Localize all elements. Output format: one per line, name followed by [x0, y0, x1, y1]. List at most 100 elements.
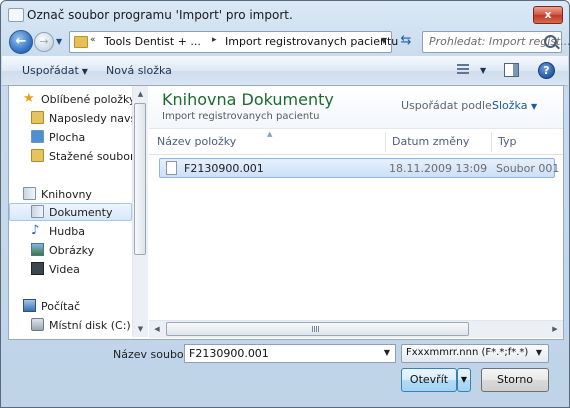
arrange-by-value: Složka — [492, 99, 528, 112]
sort-ascending-icon: ▲ — [267, 130, 273, 138]
horizontal-scroll-thumb[interactable] — [166, 322, 469, 336]
column-headers: ▲ Název položky Datum změny Typ — [149, 130, 563, 155]
sidebar-scrollbar[interactable]: ▲ ▼ — [132, 86, 148, 337]
filename-field[interactable]: F2130900.001 ▼ — [184, 344, 396, 363]
column-header-date[interactable]: Datum změny — [392, 135, 469, 148]
column-divider[interactable] — [385, 132, 386, 152]
pictures-icon — [31, 243, 44, 256]
computer-icon — [23, 299, 36, 312]
dialog-footer: Název souboru: F2130900.001 ▼ Fxxxmmrr.n… — [1, 339, 569, 407]
chevron-down-icon: ▼ — [535, 348, 542, 357]
sidebar-item-label: Naposledy navštív — [49, 112, 132, 125]
sidebar-item-label: Knihovny — [41, 188, 92, 201]
file-type-filter-value: Fxxxmmrr.nnn (F*.*;f*.*) — [406, 347, 529, 358]
filename-dropdown-icon[interactable]: ▼ — [384, 348, 390, 357]
sidebar-scroll-thumb[interactable] — [134, 103, 146, 255]
videos-icon — [31, 262, 44, 275]
file-name: F2130900.001 — [184, 162, 264, 175]
recent-pages-dropdown[interactable]: ▼ — [56, 37, 62, 46]
library-title: Knihovna Dokumenty — [162, 90, 334, 109]
new-folder-button[interactable]: Nová složka — [106, 64, 172, 77]
libraries-icon — [23, 187, 36, 200]
forward-button[interactable]: → — [34, 32, 54, 52]
recent-places-icon — [31, 111, 44, 124]
refresh-button[interactable]: ⇆ — [396, 32, 416, 50]
file-list-pane: Knihovna Dokumenty Import registrovanych… — [149, 86, 563, 338]
sidebar-item-local-disk[interactable]: Místní disk (C:) — [9, 316, 132, 334]
dialog-content: ★ Oblíbené položky Naposledy navštív Plo… — [8, 85, 564, 340]
arrange-by-dropdown[interactable]: Složka ▼ — [492, 99, 537, 112]
column-divider[interactable] — [491, 132, 492, 152]
address-bar[interactable]: « Tools Dentist + ... ▸ Import registrov… — [69, 31, 398, 53]
title-bar[interactable]: Označ soubor programu 'Import' pro impor… — [1, 1, 569, 29]
sidebar-item-recent[interactable]: Naposledy navštív — [9, 109, 132, 127]
local-disk-icon — [31, 318, 44, 331]
sidebar-item-label: Dokumenty — [49, 206, 113, 219]
chevron-down-icon: ▼ — [530, 102, 538, 111]
library-subtitle: Import registrovanych pacientu — [162, 111, 320, 122]
address-dropdown-icon[interactable]: ▼ — [381, 36, 387, 45]
scroll-left-icon[interactable]: ◀ — [149, 321, 165, 338]
cancel-button[interactable]: Storno — [481, 368, 549, 392]
open-button[interactable]: Otevřít — [401, 368, 457, 392]
scroll-down-icon[interactable]: ▼ — [133, 321, 148, 337]
sidebar-item-pictures[interactable]: Obrázky — [9, 241, 132, 259]
grip-icon — [312, 326, 320, 332]
sidebar-item-desktop[interactable]: Plocha — [9, 128, 132, 146]
sidebar-item-label: Hudba — [49, 225, 85, 238]
window-icon — [8, 8, 24, 22]
command-bar: Uspořádat ▼ Nová složka ▼ ? — [2, 56, 568, 86]
sidebar-item-label: Plocha — [49, 131, 86, 144]
column-header-type[interactable]: Typ — [498, 135, 517, 148]
sidebar-item-videos[interactable]: Videa — [9, 260, 132, 278]
file-date: 18.11.2009 13:09 — [389, 162, 488, 175]
library-header: Knihovna Dokumenty Import registrovanych… — [149, 86, 563, 129]
music-icon: ♪ — [31, 223, 40, 238]
sidebar-item-label: Obrázky — [49, 244, 95, 257]
help-icon[interactable]: ? — [538, 62, 555, 79]
sidebar-item-music[interactable]: ♪ Hudba — [9, 222, 132, 240]
breadcrumb-item[interactable]: Tools Dentist + ... — [104, 35, 201, 48]
sidebar-item-favorites[interactable]: ★ Oblíbené položky — [9, 90, 132, 108]
sidebar-item-label: Videa — [49, 263, 80, 276]
scroll-up-icon[interactable]: ▲ — [133, 86, 148, 102]
desktop-icon — [31, 130, 44, 143]
change-view-icon[interactable] — [457, 64, 469, 75]
sidebar-item-label: Oblíbené položky — [41, 93, 132, 106]
star-icon: ★ — [23, 91, 35, 106]
breadcrumb-separator-icon[interactable]: ▸ — [212, 35, 217, 45]
sidebar-item-libraries[interactable]: Knihovny — [9, 185, 132, 203]
close-button[interactable]: x — [533, 6, 563, 24]
view-dropdown-icon[interactable]: ▼ — [480, 66, 486, 75]
open-options-dropdown[interactable]: ▼ — [457, 368, 471, 392]
file-type-filter[interactable]: Fxxxmmrr.nnn (F*.*;f*.*) ▼ — [401, 344, 549, 363]
sidebar-item-downloads[interactable]: Stažené soubory — [9, 147, 132, 165]
file-type: Soubor 001 — [496, 162, 560, 175]
back-button[interactable]: ← — [9, 30, 33, 54]
navigation-pane: ★ Oblíbené položky Naposledy navštív Plo… — [9, 86, 132, 337]
scroll-right-icon[interactable]: ▶ — [547, 321, 563, 338]
search-input[interactable]: Prohledat: Import regist... — [422, 31, 569, 53]
sidebar-item-label: Počítač — [41, 300, 81, 313]
breadcrumb-item[interactable]: Import registrovanych pacientu — [225, 35, 398, 48]
folder-icon — [74, 36, 88, 48]
organize-label: Uspořádat — [22, 64, 79, 77]
sidebar-item-label: Stažené soubory — [49, 150, 132, 163]
search-icon[interactable] — [544, 35, 557, 48]
sidebar-item-computer[interactable]: Počítač — [9, 297, 132, 315]
documents-icon — [31, 205, 44, 218]
chevron-down-icon: ▼ — [81, 67, 88, 76]
column-header-name[interactable]: Název položky — [157, 135, 236, 148]
breadcrumb-overflow-icon[interactable]: « — [90, 35, 96, 45]
sidebar-item-documents[interactable]: Dokumenty — [9, 203, 132, 221]
arrange-by-label: Uspořádat podle: — [401, 99, 496, 112]
window-title: Označ soubor programu 'Import' pro impor… — [27, 8, 293, 22]
filename-value: F2130900.001 — [189, 347, 269, 360]
file-row[interactable]: F2130900.001 18.11.2009 13:09 Soubor 001 — [159, 158, 559, 178]
downloads-icon — [31, 149, 44, 162]
horizontal-scrollbar[interactable]: ◀ ▶ — [149, 320, 563, 338]
navigation-bar: ← → ▼ « Tools Dentist + ... ▸ Import reg… — [1, 29, 569, 55]
organize-button[interactable]: Uspořádat ▼ — [22, 64, 88, 77]
open-file-dialog: Označ soubor programu 'Import' pro impor… — [0, 0, 570, 408]
preview-pane-icon[interactable] — [504, 63, 519, 77]
